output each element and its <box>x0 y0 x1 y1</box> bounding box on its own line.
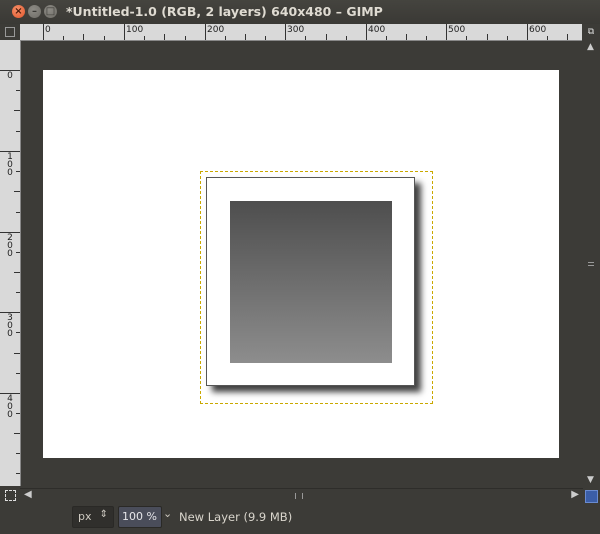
minimize-window-button[interactable]: – <box>28 5 41 18</box>
zoom-value: 100 % <box>122 510 157 523</box>
scroll-right-icon[interactable]: ▶ <box>571 489 579 500</box>
scrollbar-grip[interactable] <box>588 262 594 266</box>
scroll-up-icon[interactable]: ▲ <box>587 42 594 52</box>
ruler-label: 300 <box>287 25 305 35</box>
ruler-label: 0 <box>45 25 51 35</box>
scroll-down-icon[interactable]: ▼ <box>587 475 594 485</box>
close-window-button[interactable]: × <box>12 5 25 18</box>
gradient-square <box>230 201 392 363</box>
ruler-label: 300 <box>7 313 13 339</box>
ruler-label: 200 <box>7 233 13 259</box>
zoom-to-fit-icon[interactable]: ⧉ <box>582 24 600 40</box>
canvas-area[interactable] <box>21 41 583 487</box>
spinner-arrows-icon: ⇕ <box>99 509 108 520</box>
ruler-label: 600 <box>529 25 547 35</box>
scrollbar-grip[interactable] <box>295 493 303 499</box>
image-canvas[interactable] <box>43 70 559 458</box>
navigate-image-icon[interactable] <box>585 490 598 503</box>
maximize-window-button[interactable]: □ <box>44 5 57 18</box>
unit-value: px <box>78 510 92 523</box>
ruler-label: 100 <box>126 25 144 35</box>
ruler-label: 100 <box>7 152 13 178</box>
window-title: *Untitled-1.0 (RGB, 2 layers) 640x480 – … <box>66 4 383 19</box>
scroll-left-icon[interactable]: ◀ <box>24 489 32 500</box>
ruler-label: 500 <box>448 25 466 35</box>
drop-shadow-frame <box>206 177 415 386</box>
ruler-label: 0 <box>7 71 13 81</box>
horizontal-ruler[interactable]: 0 100 200 300 400 500 600 <box>20 24 582 41</box>
unit-selector[interactable]: px ⇕ <box>72 506 114 528</box>
title-bar: × – □ *Untitled-1.0 (RGB, 2 layers) 640x… <box>0 0 600 25</box>
ruler-label: 200 <box>207 25 225 35</box>
status-message: New Layer (9.9 MB) <box>179 510 293 524</box>
vertical-ruler[interactable]: 0 100 200 300 400 <box>0 40 21 486</box>
quick-mask-icon[interactable] <box>5 490 16 501</box>
horizontal-scrollbar[interactable]: ◀ ▶ <box>20 488 583 503</box>
chevron-down-icon[interactable]: ⌄ <box>163 507 172 520</box>
ruler-label: 400 <box>7 394 13 420</box>
ruler-corner[interactable] <box>0 24 20 40</box>
zoom-input[interactable]: 100 % <box>118 506 162 528</box>
vertical-scrollbar[interactable]: ▲ ▼ <box>583 40 599 488</box>
menu-arrow-icon <box>5 27 15 37</box>
ruler-label: 400 <box>368 25 386 35</box>
